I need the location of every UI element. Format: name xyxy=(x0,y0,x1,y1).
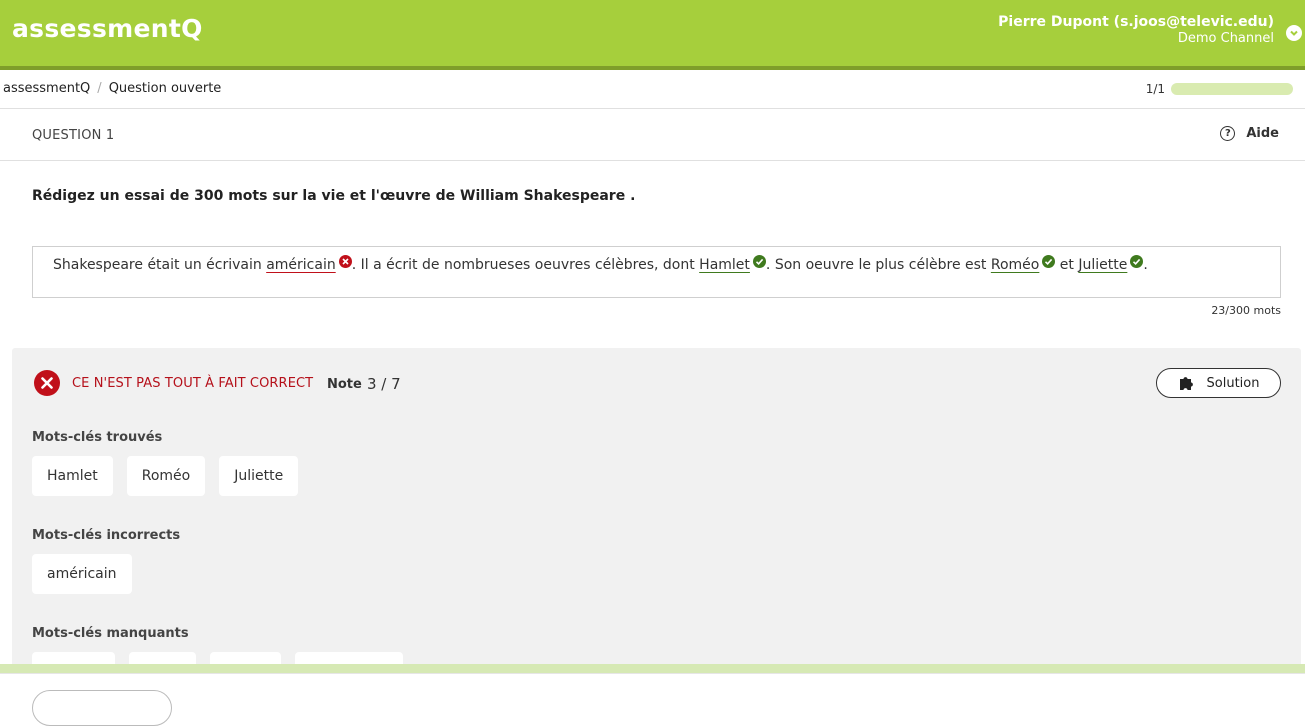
incorrect-status-icon xyxy=(34,370,60,396)
check-icon xyxy=(752,255,766,268)
answer-text: et xyxy=(1055,257,1079,273)
help-label: Aide xyxy=(1246,126,1279,141)
help-icon: ? xyxy=(1220,126,1236,141)
keyword-correct: Roméo xyxy=(990,257,1040,273)
keyword-chip: Juliette xyxy=(219,456,299,496)
channel-name: Demo Channel xyxy=(1177,31,1274,46)
solution-label: Solution xyxy=(1206,375,1260,391)
grade-label: Note xyxy=(327,377,362,392)
progress-fill xyxy=(1171,83,1293,95)
keyword-chip: Roméo xyxy=(126,456,206,496)
keyword-correct: Hamlet xyxy=(699,257,750,273)
answer-text: . Il a écrit de nombrueses oeuvres célèb… xyxy=(351,257,700,273)
bottom-progress-stripe xyxy=(0,664,1305,673)
check-icon xyxy=(1130,255,1144,268)
grade-value: 3 / 7 xyxy=(367,375,401,393)
top-bar: assessmentQ Pierre Dupont (s.joos@televi… xyxy=(0,0,1305,66)
keyword-chip: américain xyxy=(32,554,132,594)
breadcrumb-bar: assessmentQ / Question ouverte 1/1 xyxy=(0,70,1305,109)
progress-label: 1/1 xyxy=(1145,82,1165,96)
progress-bar xyxy=(1171,83,1293,95)
bottom-navigation xyxy=(0,673,1305,726)
feedback-status: CE N'EST PAS TOUT À FAIT CORRECT xyxy=(72,376,314,391)
breadcrumb-current: Question ouverte xyxy=(108,81,222,96)
progress-indicator: 1/1 xyxy=(1146,82,1293,96)
check-icon xyxy=(1042,255,1056,268)
solution-button[interactable]: Solution xyxy=(1156,368,1281,398)
puzzle-icon xyxy=(1179,377,1193,390)
incorrect-keywords-title: Mots-clés incorrects xyxy=(32,528,181,543)
incorrect-keywords-list: américain xyxy=(32,554,132,594)
app-logo[interactable]: assessmentQ xyxy=(12,14,203,43)
missing-keywords-title: Mots-clés manquants xyxy=(32,626,189,641)
question-number: QUESTION 1 xyxy=(32,128,115,143)
answer-text: . Son oeuvre le plus célèbre est xyxy=(765,257,991,273)
keyword-correct: Juliette xyxy=(1078,257,1128,273)
answer-text: . xyxy=(1143,257,1148,273)
previous-button[interactable] xyxy=(32,690,172,726)
chevron-down-icon[interactable] xyxy=(1286,25,1302,41)
breadcrumb-separator: / xyxy=(97,81,102,96)
feedback-panel: CE N'EST PAS TOUT À FAIT CORRECT Note 3 … xyxy=(12,348,1301,692)
keyword-chip: Hamlet xyxy=(32,456,113,496)
breadcrumb-root[interactable]: assessmentQ xyxy=(3,81,90,96)
question-prompt: Rédigez un essai de 300 mots sur la vie … xyxy=(32,188,636,204)
word-count: 23/300 mots xyxy=(1211,304,1281,317)
user-menu[interactable]: Pierre Dupont (s.joos@televic.edu) Demo … xyxy=(998,14,1274,46)
help-button[interactable]: ? Aide xyxy=(1220,126,1279,141)
keyword-incorrect: américain xyxy=(266,257,336,273)
breadcrumb: assessmentQ / Question ouverte xyxy=(3,81,221,96)
found-keywords-list: Hamlet Roméo Juliette xyxy=(32,456,299,496)
answer-field[interactable]: Shakespeare était un écrivain américain.… xyxy=(32,246,1281,298)
found-keywords-title: Mots-clés trouvés xyxy=(32,430,163,445)
answer-text: Shakespeare était un écrivain xyxy=(53,257,267,273)
error-icon xyxy=(338,255,352,268)
question-header: QUESTION 1 ? Aide xyxy=(0,110,1305,161)
user-name: Pierre Dupont (s.joos@televic.edu) xyxy=(998,14,1274,30)
